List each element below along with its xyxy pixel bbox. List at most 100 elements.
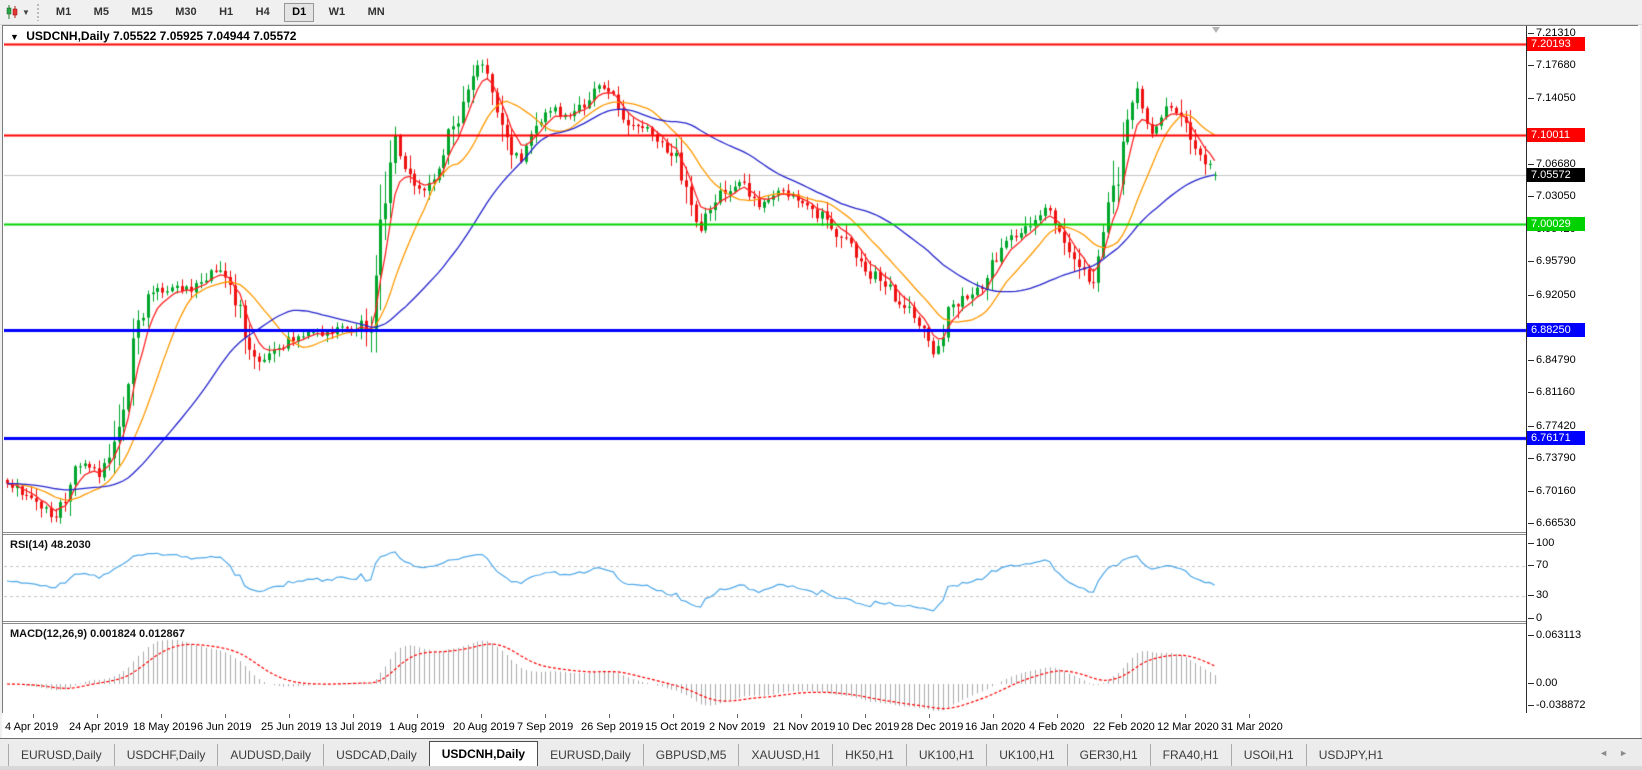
timeframe-button[interactable]: M5 [86, 3, 117, 22]
timeframe-button[interactable]: H1 [211, 3, 241, 22]
macd-indicator-canvas[interactable] [4, 624, 1526, 713]
macd-tick-label: 0.00 [1536, 677, 1557, 690]
main-chart-canvas[interactable] [4, 26, 1526, 532]
date-tick [1057, 714, 1058, 718]
chart-tab-label: UK100,H1 [999, 748, 1054, 762]
date-label: 22 Feb 2020 [1093, 721, 1155, 733]
chart-tab[interactable]: UK100,H1 [986, 744, 1066, 767]
date-tick [801, 714, 802, 718]
chart-shift-marker[interactable] [1212, 27, 1220, 33]
tab-scroll-left-icon[interactable]: ◄ [1599, 748, 1608, 758]
date-tick [609, 714, 610, 718]
timeframe-button[interactable]: H4 [248, 3, 278, 22]
candlestick-chart-icon[interactable] [2, 3, 22, 21]
chart-tab-label: UK100,H1 [919, 748, 974, 762]
top-toolbar: ▼ M1 M5 M15 M30 H1 H4 D1 W1 MN [0, 0, 1642, 25]
price-level-badge: 7.00029 [1527, 217, 1585, 231]
date-tick [1249, 714, 1250, 718]
date-label: 26 Sep 2019 [581, 721, 643, 733]
chart-tab-label: USOil,H1 [1244, 748, 1294, 762]
price-level-badge: 6.76171 [1527, 431, 1585, 445]
chart-tab[interactable]: AUDUSD,Daily [217, 744, 323, 767]
chart-tab-label: HK50,H1 [845, 748, 894, 762]
chart-tab-label: USDCHF,Daily [127, 748, 206, 762]
chart-tab-label: AUDUSD,Daily [230, 748, 311, 762]
chart-symbol-period: USDCNH,Daily [26, 29, 109, 43]
price-tick-label: 6.73790 [1536, 452, 1576, 465]
timeframe-button[interactable]: MN [360, 3, 393, 22]
date-tick [417, 714, 418, 718]
chart-tab[interactable]: GER30,H1 [1067, 744, 1150, 767]
timeframe-label: M1 [56, 6, 71, 18]
date-label: 1 Aug 2019 [389, 721, 445, 733]
tab-scroll-right-icon[interactable]: ► [1619, 748, 1628, 758]
chart-tab-label: EURUSD,Daily [550, 748, 631, 762]
chart-tab[interactable]: USDCHF,Daily [114, 744, 218, 767]
date-label: 2 Nov 2019 [709, 721, 765, 733]
chart-tab[interactable]: HK50,H1 [832, 744, 906, 767]
date-tick [1185, 714, 1186, 718]
chart-tab-label: EURUSD,Daily [21, 748, 102, 762]
chart-tab[interactable]: USOil,H1 [1231, 744, 1306, 767]
tab-strip: EURUSD,Daily USDCHF,Daily AUDUSD,Daily U… [8, 739, 1395, 767]
chart-title-caret-icon: ▼ [10, 32, 19, 42]
timeframe-label: W1 [329, 6, 346, 18]
timeframe-button[interactable]: M1 [48, 3, 79, 22]
rsi-tick-label: 0 [1536, 612, 1542, 625]
chart-tab[interactable]: GBPUSD,M5 [643, 744, 739, 767]
chart-tab-bar: EURUSD,Daily USDCHF,Daily AUDUSD,Daily U… [0, 738, 1642, 767]
chart-tab-label: GBPUSD,M5 [656, 748, 727, 762]
date-tick [1121, 714, 1122, 718]
date-tick [737, 714, 738, 718]
chart-tab[interactable]: XAUUSD,H1 [738, 744, 832, 767]
chart-tab-label: USDCAD,Daily [336, 748, 417, 762]
date-tick [161, 714, 162, 718]
price-tick-label: 6.66530 [1536, 517, 1576, 530]
date-axis: 4 Apr 201924 Apr 201918 May 20196 Jun 20… [2, 713, 1640, 738]
toolbar-grip[interactable] [36, 3, 41, 21]
date-label: 6 Jun 2019 [197, 721, 251, 733]
chart-tab[interactable]: USDCNH,Daily [429, 741, 538, 767]
date-tick [33, 714, 34, 718]
price-tick-label: 6.95790 [1536, 255, 1576, 268]
timeframe-button[interactable]: W1 [321, 3, 354, 22]
date-label: 15 Oct 2019 [645, 721, 705, 733]
timeframe-button[interactable]: D1 [284, 3, 314, 22]
timeframe-label: M15 [131, 6, 152, 18]
date-label: 31 Mar 2020 [1221, 721, 1283, 733]
date-tick [993, 714, 994, 718]
price-tick-label: 6.92050 [1536, 289, 1576, 302]
date-label: 16 Jan 2020 [965, 721, 1026, 733]
chart-tab[interactable]: UK100,H1 [906, 744, 986, 767]
chart-tab-label: XAUUSD,H1 [751, 748, 820, 762]
chart-tab[interactable]: EURUSD,Daily [8, 744, 114, 767]
date-tick [225, 714, 226, 718]
date-label: 24 Apr 2019 [69, 721, 128, 733]
chart-title: ▼ USDCNH,Daily 7.05522 7.05925 7.04944 7… [10, 29, 296, 43]
price-tick-label: 6.70160 [1536, 485, 1576, 498]
date-label: 18 May 2019 [133, 721, 197, 733]
date-label: 13 Jul 2019 [325, 721, 382, 733]
timeframe-label: H4 [256, 6, 270, 18]
price-tick-label: 6.81160 [1536, 386, 1575, 399]
chart-tab[interactable]: USDCAD,Daily [323, 744, 429, 767]
timeframe-toolbar: M1 M5 M15 M30 H1 H4 D1 W1 MN [47, 2, 394, 22]
date-label: 10 Dec 2019 [837, 721, 899, 733]
timeframe-button[interactable]: M30 [167, 3, 204, 22]
dropdown-caret-icon[interactable]: ▼ [22, 8, 30, 17]
chart-ohlc-values: 7.05522 7.05925 7.04944 7.05572 [113, 29, 297, 43]
chart-tab[interactable]: USDJPY,H1 [1306, 744, 1395, 767]
date-tick [545, 714, 546, 718]
date-label: 12 Mar 2020 [1157, 721, 1219, 733]
timeframe-label: M30 [175, 6, 196, 18]
chart-tab-label: USDJPY,H1 [1319, 748, 1383, 762]
current-price-badge: 7.05572 [1527, 168, 1585, 182]
chart-tab[interactable]: FRA40,H1 [1150, 744, 1231, 767]
date-label: 21 Nov 2019 [773, 721, 835, 733]
date-tick [353, 714, 354, 718]
date-label: 7 Sep 2019 [517, 721, 573, 733]
rsi-indicator-canvas[interactable] [4, 535, 1526, 621]
chart-tab[interactable]: EURUSD,Daily [538, 744, 643, 767]
price-tick-label: 7.17680 [1536, 59, 1576, 72]
timeframe-button[interactable]: M15 [123, 3, 160, 22]
